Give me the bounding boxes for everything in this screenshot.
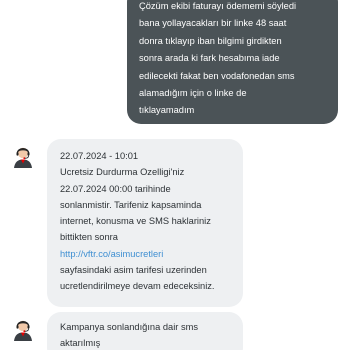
bot-message-line: Kampanya sonlandığına dair sms [60, 322, 198, 332]
user-message-line: tıklayamadım [139, 105, 195, 116]
bot-message-line: Ucretsiz Durdurma Ozelligi'niz [60, 167, 185, 178]
bot-message-line: 22.07.2024 00:00 tarihinde [60, 183, 171, 194]
bot-message-line: ucretlendirilmeye devam edeceksiniz. [60, 281, 215, 292]
bot-message-line: bittikten sonra [60, 232, 118, 243]
agent-avatar-icon [8, 141, 38, 171]
bot-message-bubble: 22.07.2024 - 10:01 Ucretsiz Durdurma Oze… [47, 139, 243, 307]
asim-ucretleri-link[interactable]: http://vftr.co/asimucretleri [60, 249, 163, 259]
chat-thread: Çözüm ekibi faturayı ödememi söyledi ban… [0, 0, 350, 350]
bot-message-bubble: Kampanya sonlandığına dair sms aktarılmı… [47, 312, 243, 350]
user-message-line: bana yollayacakları bir linke 48 saat [139, 18, 287, 29]
user-message-line: Çözüm ekibi faturayı ödememi söyledi [139, 1, 297, 11]
user-message-bubble: Çözüm ekibi faturayı ödememi söyledi ban… [127, 0, 338, 124]
user-message-line: alamadığım için o linke de [139, 88, 247, 99]
bot-message-line: sonlanmistir. Tarifeniz kapsaminda [60, 199, 202, 210]
user-message-line: donra tıklayıp iban bilgimi girdikten [139, 35, 282, 46]
bot-message-line: aktarılmış [60, 338, 101, 348]
bot-message-line: sayfasindaki asim tarifesi uzerinden [60, 265, 207, 276]
message-timestamp: 22.07.2024 - 10:01 [60, 151, 139, 161]
user-message-line: edilecekti fakat ben vodafonedan sms [139, 70, 295, 81]
user-message-line: sonra arada ki fark hesabıma iade [139, 53, 280, 64]
bot-message-line: internet, konusma ve SMS haklariniz [60, 216, 211, 227]
agent-avatar-icon [8, 314, 38, 344]
